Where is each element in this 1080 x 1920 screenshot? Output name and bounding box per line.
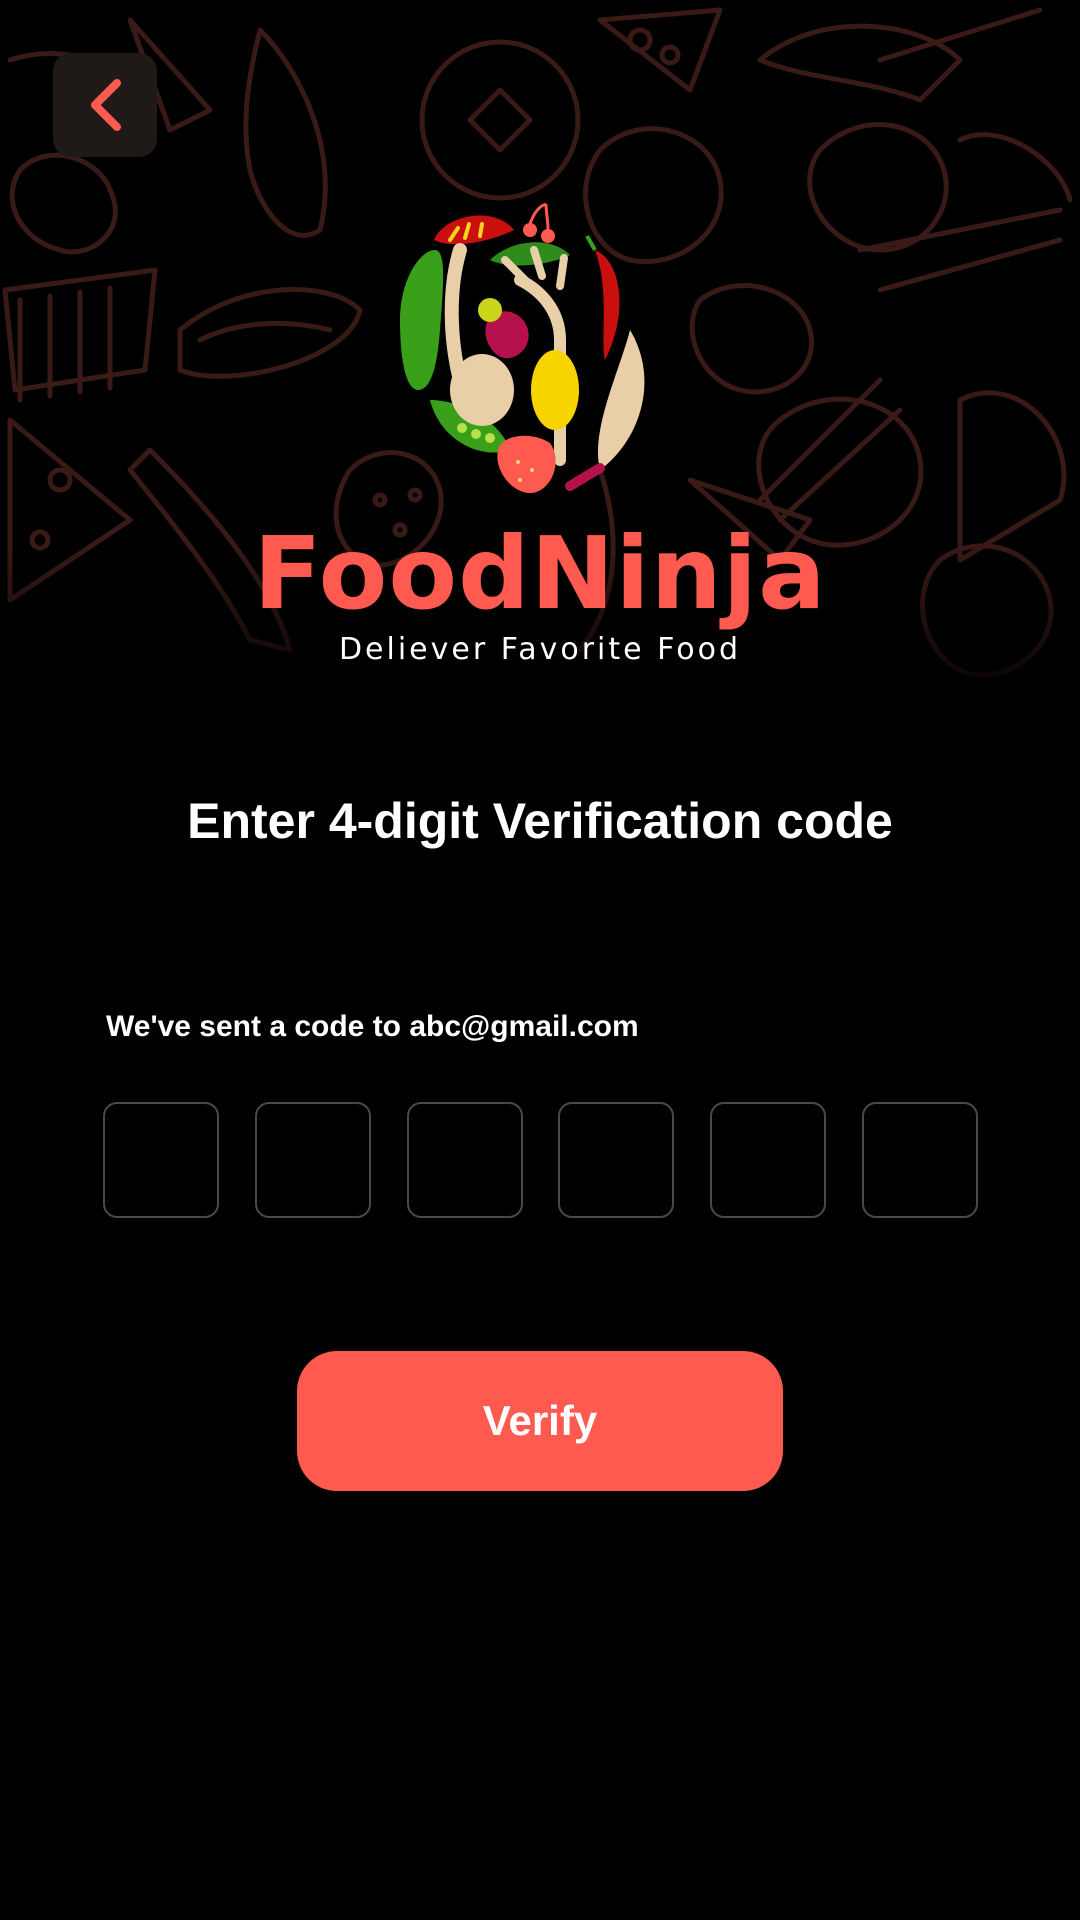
chevron-left-icon <box>91 79 121 131</box>
verify-button[interactable]: Verify <box>297 1351 783 1491</box>
code-digit-input[interactable] <box>406 1102 523 1218</box>
verification-code-inputs <box>103 1102 978 1220</box>
spoon-icon <box>444 243 467 387</box>
code-digit-input[interactable] <box>710 1102 827 1218</box>
tomato-icon <box>434 215 514 245</box>
code-digit-input[interactable] <box>861 1102 978 1218</box>
cucumber-icon <box>400 250 444 390</box>
code-digit-input[interactable] <box>254 1102 371 1218</box>
code-digit-input[interactable] <box>103 1102 219 1218</box>
chili-icon <box>595 250 620 360</box>
code-digit-input[interactable] <box>558 1102 675 1218</box>
code-sent-note: We've sent a code to abc@gmail.com <box>106 1010 639 1043</box>
back-button[interactable] <box>53 53 157 157</box>
potato-icon <box>531 350 579 430</box>
strawberry-icon <box>497 435 556 493</box>
brand-name: FoodNinja <box>253 515 827 632</box>
brand-tagline: Deliever Favorite Food <box>338 632 742 667</box>
page-title: Enter 4-digit Verification code <box>187 793 893 849</box>
brand-logo <box>390 200 680 500</box>
